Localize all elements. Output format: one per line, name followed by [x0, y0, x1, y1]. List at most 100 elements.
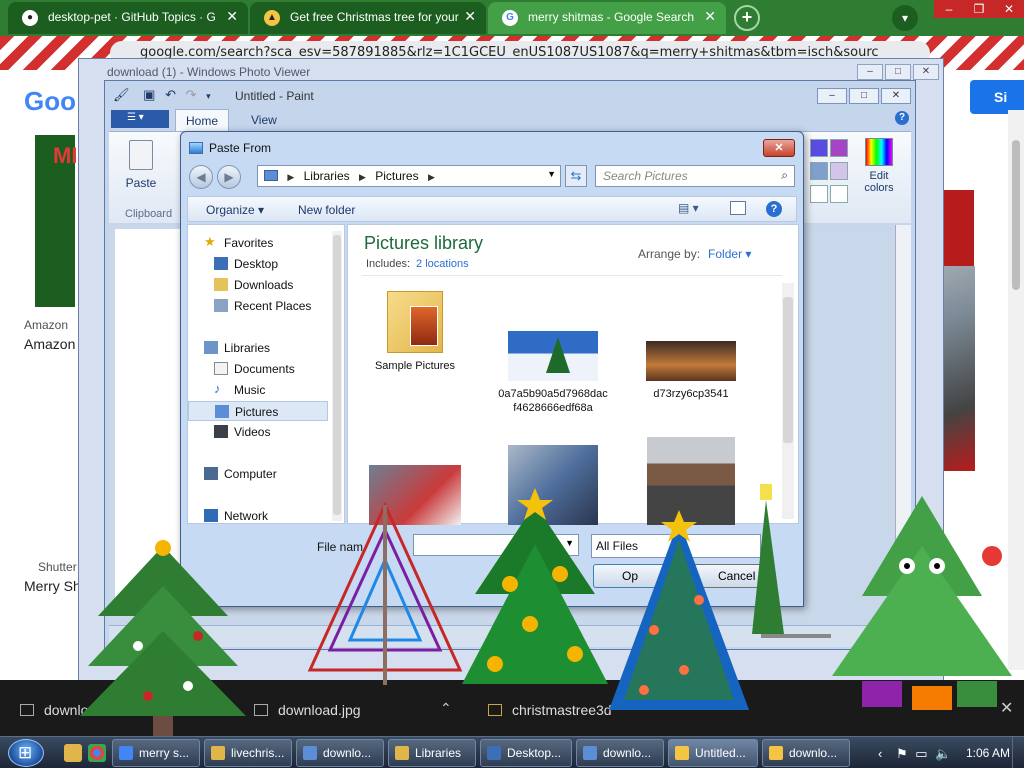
- taskbar-button-chrome[interactable]: merry s...: [112, 739, 200, 767]
- nav-videos[interactable]: Videos: [188, 422, 328, 442]
- result-source[interactable]: Amazon: [24, 318, 68, 332]
- close-tab-icon[interactable]: ✕: [226, 8, 238, 25]
- result-title[interactable]: Amazon: [24, 336, 75, 352]
- close-button[interactable]: ✕: [913, 64, 939, 80]
- scrollbar-thumb[interactable]: [783, 297, 793, 443]
- maximize-button[interactable]: □: [885, 64, 911, 80]
- taskbar-button-photo-viewer[interactable]: downlo...: [296, 739, 384, 767]
- forward-button[interactable]: ▶: [217, 165, 241, 189]
- nav-documents[interactable]: Documents: [188, 359, 328, 379]
- close-button[interactable]: ✕: [994, 0, 1024, 18]
- color-swatch[interactable]: [810, 162, 828, 180]
- color-swatch[interactable]: [810, 185, 828, 203]
- taskbar-button-photo-viewer[interactable]: downlo...: [576, 739, 664, 767]
- help-icon[interactable]: ?: [766, 201, 782, 217]
- chrome-icon[interactable]: [88, 744, 106, 762]
- new-tab-button[interactable]: +: [734, 5, 760, 31]
- breadcrumb-libraries[interactable]: Libraries: [304, 169, 350, 183]
- color-swatch[interactable]: [810, 139, 828, 157]
- taskbar-button-paint-2[interactable]: downlo...: [762, 739, 850, 767]
- breadcrumb-pictures[interactable]: Pictures: [375, 169, 418, 183]
- nav-pictures[interactable]: Pictures: [188, 401, 328, 421]
- scrollbar-thumb[interactable]: [1012, 140, 1020, 290]
- chevron-down-icon[interactable]: ▼: [547, 169, 556, 179]
- power-icon[interactable]: ▭: [915, 746, 927, 761]
- preview-pane-icon[interactable]: [730, 201, 746, 215]
- back-button[interactable]: ◀: [189, 165, 213, 189]
- volume-icon[interactable]: 🔈: [935, 746, 951, 761]
- clock[interactable]: 1:06 AM: [966, 746, 1010, 760]
- help-icon[interactable]: ?: [895, 111, 909, 125]
- redo-icon[interactable]: ↷: [186, 87, 197, 102]
- file-item[interactable]: d73rzy6cp3541: [636, 341, 746, 401]
- ornament-tree-icon[interactable]: [460, 484, 610, 704]
- maximize-button[interactable]: □: [849, 88, 879, 104]
- explorer-icon[interactable]: [64, 744, 82, 762]
- color-swatch[interactable]: [830, 162, 848, 180]
- nav-desktop[interactable]: Desktop: [188, 254, 328, 274]
- nav-favorites[interactable]: ★ Favorites: [188, 233, 328, 253]
- breadcrumb[interactable]: ▶ Libraries ▶ Pictures ▶ ▼: [257, 165, 561, 187]
- taskbar-button-desktop[interactable]: Desktop...: [480, 739, 572, 767]
- refresh-button[interactable]: ⇆: [565, 165, 587, 187]
- scrollbar-thumb[interactable]: [333, 235, 341, 515]
- nav-libraries[interactable]: Libraries: [188, 338, 328, 358]
- change-view-icon[interactable]: ▤ ▾: [678, 201, 699, 215]
- close-tab-icon[interactable]: ✕: [704, 8, 716, 25]
- locations-link[interactable]: 2 locations: [416, 258, 469, 270]
- paint-app-icon[interactable]: 🖌: [113, 87, 130, 102]
- cartoon-tree-icon[interactable]: [832, 486, 1022, 716]
- arrange-dropdown[interactable]: Folder ▾: [708, 247, 751, 261]
- nav-scrollbar[interactable]: [332, 231, 342, 521]
- nav-computer[interactable]: Computer: [188, 464, 328, 484]
- download-item[interactable]: christmastree3d: [488, 702, 612, 718]
- network-status-icon[interactable]: ⚑: [896, 746, 908, 761]
- sign-in-button[interactable]: Si: [970, 80, 1024, 114]
- tab-google-search[interactable]: G merry shitmas - Google Search ✕: [488, 2, 726, 34]
- color-swatch[interactable]: [830, 185, 848, 203]
- search-input[interactable]: Search Pictures ⌕: [595, 165, 795, 187]
- tab-christmas-tree[interactable]: ▲ Get free Christmas tree for your ✕: [250, 2, 486, 34]
- circuit-tree-icon[interactable]: [300, 500, 470, 690]
- minimize-button[interactable]: –: [934, 0, 964, 18]
- tinsel-tree-icon[interactable]: [604, 510, 754, 720]
- tab-home[interactable]: Home: [175, 109, 230, 131]
- restore-button[interactable]: ❐: [964, 0, 994, 18]
- minimize-button[interactable]: –: [817, 88, 847, 104]
- start-button[interactable]: [8, 739, 44, 767]
- result-thumbnail[interactable]: MI: [32, 132, 78, 310]
- download-item[interactable]: download.jpg: [254, 702, 361, 718]
- nav-downloads[interactable]: Downloads: [188, 275, 328, 295]
- organize-button[interactable]: Organize ▾: [206, 203, 264, 217]
- paint-menu-button[interactable]: ☰ ▾: [111, 110, 169, 128]
- tab-github-topics[interactable]: ● desktop-pet · GitHub Topics · G ✕: [8, 2, 248, 34]
- tab-search-button[interactable]: ▾: [892, 5, 918, 31]
- taskbar-button-paint[interactable]: Untitled...: [668, 739, 758, 767]
- color-swatch[interactable]: [830, 139, 848, 157]
- tab-view[interactable]: View: [241, 109, 287, 131]
- chevron-left-icon[interactable]: ‹: [878, 746, 882, 761]
- nav-recent-places[interactable]: Recent Places: [188, 296, 328, 316]
- close-button[interactable]: ✕: [763, 139, 795, 157]
- show-desktop-button[interactable]: [1012, 737, 1024, 768]
- taskbar-button-libraries[interactable]: Libraries: [388, 739, 476, 767]
- chevron-up-icon[interactable]: ⌃: [440, 700, 452, 717]
- close-tab-icon[interactable]: ✕: [464, 8, 476, 25]
- nav-music[interactable]: ♪ Music: [188, 380, 328, 400]
- close-button[interactable]: ✕: [881, 88, 911, 104]
- save-icon[interactable]: ▣: [143, 87, 155, 102]
- customize-qat-icon[interactable]: ▾: [206, 91, 211, 101]
- christmas-tree-icon[interactable]: [78, 536, 248, 736]
- edit-colors-button[interactable]: Edit colors: [859, 138, 899, 194]
- result-title[interactable]: Merry Sh: [24, 578, 81, 594]
- file-item-sample-pictures[interactable]: Sample Pictures: [360, 291, 470, 373]
- undo-icon[interactable]: ↶: [165, 87, 176, 102]
- google-logo[interactable]: Goo: [24, 86, 76, 117]
- minimize-button[interactable]: –: [857, 64, 883, 80]
- new-folder-button[interactable]: New folder: [298, 203, 355, 217]
- file-item[interactable]: 0a7a5b90a5d7968dacf4628666edf68a: [498, 331, 608, 415]
- result-source[interactable]: Shutter: [38, 560, 77, 574]
- paste-button[interactable]: Paste: [121, 140, 161, 190]
- taskbar-button-folder[interactable]: livechris...: [204, 739, 292, 767]
- pixel-tree-icon[interactable]: [752, 484, 788, 644]
